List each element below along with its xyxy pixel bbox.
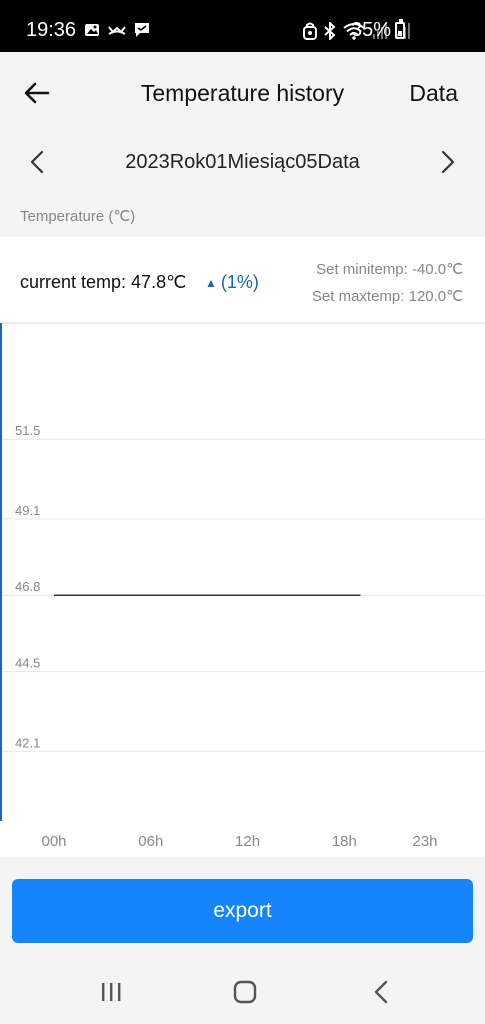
x-tick-label: 18h: [332, 833, 357, 850]
status-time: 19:36: [26, 19, 77, 41]
x-tick-label: 00h: [41, 833, 66, 850]
x-tick-label: 23h: [412, 833, 437, 850]
recents-icon[interactable]: [96, 978, 126, 1006]
gallery-icon: [85, 24, 99, 36]
date-navigation: 2023Rok01Miesiąc05Data: [0, 133, 485, 189]
min-temp-setting: Set minitemp: -40.0℃: [316, 261, 463, 278]
status-notification-icons: [84, 22, 150, 38]
y-tick-label: 51.5: [15, 423, 40, 438]
current-temperature: current temp: 47.8℃: [20, 272, 187, 292]
next-day-chevron-icon[interactable]: [433, 147, 461, 177]
missed-call-icon: [108, 26, 126, 35]
alarm-lock-icon: [303, 22, 317, 40]
data-button[interactable]: Data: [409, 80, 458, 107]
y-tick-label: 46.8: [15, 579, 40, 594]
battery-icon: [395, 19, 405, 39]
chart-svg: 51.5 49.1 46.8 44.5 42.1 00h 06h 12h 18h 23h: [0, 323, 485, 850]
trend-percent: (1%): [220, 272, 259, 292]
y-tick-label: 49.1: [15, 503, 40, 518]
x-tick-label: 06h: [138, 833, 163, 850]
trend-up-icon: ▲: [205, 275, 217, 290]
home-icon[interactable]: [230, 978, 260, 1006]
system-navigation-bar: [0, 960, 485, 1024]
status-bar: 19:36 35%: [0, 0, 485, 52]
bluetooth-icon: [324, 22, 336, 40]
battery-percent: 35%: [350, 19, 391, 41]
message-icon: [135, 23, 149, 37]
y-tick-label: 42.1: [15, 735, 40, 750]
max-temp-setting: Set maxtemp: 120.0℃: [311, 288, 463, 305]
battery-fill: [398, 31, 402, 36]
stats-card: current temp: 47.8℃ ▲ (1%) Set minitemp:…: [0, 237, 485, 323]
trend-indicator: ▲ (1%): [205, 272, 259, 293]
back-icon[interactable]: [366, 978, 396, 1006]
header: Temperature history Data: [0, 52, 485, 132]
temperature-unit-label: Temperature (℃): [20, 208, 136, 225]
current-date: 2023Rok01Miesiąc05Data: [125, 151, 360, 173]
export-button[interactable]: export: [12, 879, 473, 943]
x-tick-label: 12h: [235, 833, 260, 850]
y-tick-label: 44.5: [15, 656, 40, 671]
temperature-chart: 51.5 49.1 46.8 44.5 42.1 00h 06h 12h 18h 23h: [0, 323, 485, 857]
